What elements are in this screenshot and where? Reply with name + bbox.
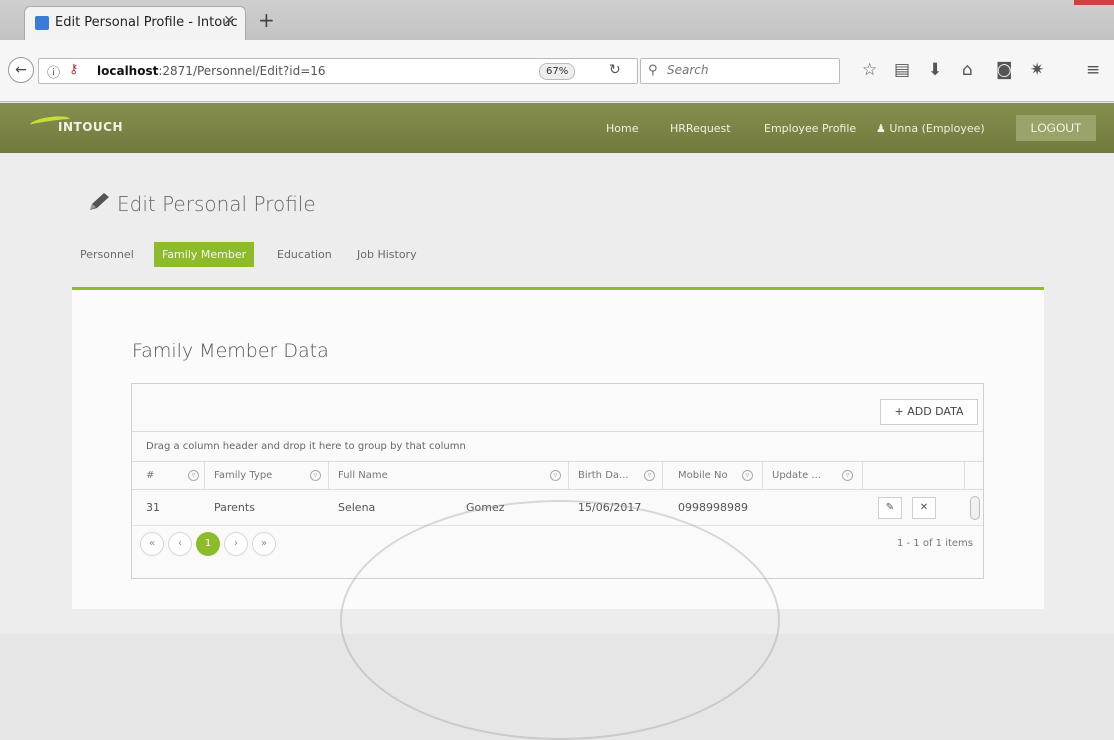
app-logo[interactable]: INTOUCH xyxy=(58,120,123,134)
browser-search-bar[interactable]: ⚲ xyxy=(640,58,840,84)
url-bar[interactable]: ⓘ ⚷ localhost:2871/Personnel/Edit?id=16 … xyxy=(38,58,638,84)
pager-info: 1 - 1 of 1 items xyxy=(896,538,973,549)
add-data-button[interactable]: + ADD DATA xyxy=(880,399,978,425)
url-path: :2871/Personnel/Edit?id=16 xyxy=(158,64,326,78)
url-text[interactable]: localhost:2871/Personnel/Edit?id=16 xyxy=(97,64,326,78)
cell-first-name: Selena xyxy=(338,501,376,514)
pager-last-button[interactable]: » xyxy=(252,532,276,556)
column-header-family-type[interactable]: Family Type xyxy=(214,462,272,490)
url-host: localhost xyxy=(97,64,159,78)
search-icon: ⚲ xyxy=(648,63,658,78)
page-title: Edit Personal Profile xyxy=(117,192,316,216)
edit-row-button[interactable]: ✎ xyxy=(878,497,902,519)
nav-home[interactable]: Home xyxy=(606,122,638,135)
tab-personnel[interactable]: Personnel xyxy=(80,242,134,267)
tab-job-history[interactable]: Job History xyxy=(357,242,417,267)
pencil-icon xyxy=(90,193,109,210)
pager-next-button[interactable]: › xyxy=(224,532,248,556)
card-title: Family Member Data xyxy=(132,340,329,362)
browser-tabstrip: Edit Personal Profile - Intouc ✕ + xyxy=(0,0,1114,40)
nav-user-account[interactable]: ♟ Unna (Employee) xyxy=(876,122,985,135)
tab-education[interactable]: Education xyxy=(277,242,332,267)
filter-icon[interactable]: ▿ xyxy=(644,470,655,481)
column-divider xyxy=(862,462,863,490)
key-icon[interactable]: ⚷ xyxy=(69,62,79,77)
nav-employee-profile[interactable]: Employee Profile xyxy=(764,122,856,135)
tab-close-icon[interactable]: ✕ xyxy=(223,13,235,29)
column-header-birth-date[interactable]: Birth Da... xyxy=(578,462,629,490)
info-icon[interactable]: ⓘ xyxy=(47,62,60,81)
window-edge-accent xyxy=(1074,0,1114,5)
favicon-icon xyxy=(35,16,49,30)
column-divider xyxy=(568,462,569,490)
back-arrow-icon: ← xyxy=(15,62,27,78)
tab-title: Edit Personal Profile - Intouc xyxy=(55,15,238,30)
filter-icon[interactable]: ▿ xyxy=(550,470,561,481)
menu-icon[interactable]: ≡ xyxy=(1086,60,1100,80)
delete-row-button[interactable]: ✕ xyxy=(912,497,936,519)
bookmark-star-icon[interactable]: ☆ xyxy=(862,60,877,80)
back-button[interactable]: ← xyxy=(8,57,34,83)
column-divider xyxy=(964,462,965,490)
column-divider xyxy=(328,462,329,490)
extension-icon[interactable]: ✷ xyxy=(1030,60,1044,80)
pager-first-button[interactable]: « xyxy=(140,532,164,556)
watermark-seal xyxy=(340,500,780,740)
cell-family-type: Parents xyxy=(214,501,255,514)
column-divider xyxy=(762,462,763,490)
column-divider xyxy=(662,462,663,490)
grid-scrollbar[interactable] xyxy=(970,496,980,520)
column-divider xyxy=(204,462,205,490)
column-header-full-name[interactable]: Full Name xyxy=(338,462,388,490)
new-tab-button[interactable]: + xyxy=(258,8,275,32)
filter-icon[interactable]: ▿ xyxy=(188,470,199,481)
nav-hrrequest[interactable]: HRRequest xyxy=(670,122,731,135)
filter-icon[interactable]: ▿ xyxy=(310,470,321,481)
group-by-drop-zone[interactable]: Drag a column header and drop it here to… xyxy=(132,432,983,462)
column-header-id[interactable]: # xyxy=(146,462,154,490)
browser-tab[interactable]: Edit Personal Profile - Intouc ✕ xyxy=(24,6,246,40)
browser-search-input[interactable] xyxy=(667,63,827,77)
delete-icon: ✕ xyxy=(919,502,929,513)
logout-button[interactable]: LOGOUT xyxy=(1016,115,1096,141)
app-header: INTOUCH Home HRRequest Employee Profile … xyxy=(0,103,1114,153)
filter-icon[interactable]: ▿ xyxy=(742,470,753,481)
pager-page-1[interactable]: 1 xyxy=(196,532,220,556)
download-icon[interactable]: ⬇ xyxy=(928,60,942,80)
column-header-updated[interactable]: Update ... xyxy=(772,462,821,490)
user-name: Unna (Employee) xyxy=(889,122,985,135)
bookmarks-list-icon[interactable]: ▤ xyxy=(894,60,910,80)
grid-toolbar: + ADD DATA xyxy=(132,384,983,432)
column-header-mobile-no[interactable]: Mobile No xyxy=(678,462,728,490)
grid-header-row: # ▿ Family Type ▿ Full Name ▿ Birth Da..… xyxy=(132,462,983,490)
pocket-icon[interactable]: ◙ xyxy=(996,60,1013,80)
filter-icon[interactable]: ▿ xyxy=(842,470,853,481)
zoom-level-badge[interactable]: 67% xyxy=(539,63,576,80)
cell-id: 31 xyxy=(146,501,160,514)
user-icon: ♟ xyxy=(876,122,890,135)
home-icon[interactable]: ⌂ xyxy=(962,60,973,80)
browser-navbar: ← ⓘ ⚷ localhost:2871/Personnel/Edit?id=1… xyxy=(0,40,1114,102)
cell-mobile-no: 0998998989 xyxy=(678,501,748,514)
reload-icon[interactable]: ↻ xyxy=(609,62,621,78)
pager-prev-button[interactable]: ‹ xyxy=(168,532,192,556)
edit-icon: ✎ xyxy=(885,502,895,513)
tab-family-member[interactable]: Family Member xyxy=(154,242,255,267)
